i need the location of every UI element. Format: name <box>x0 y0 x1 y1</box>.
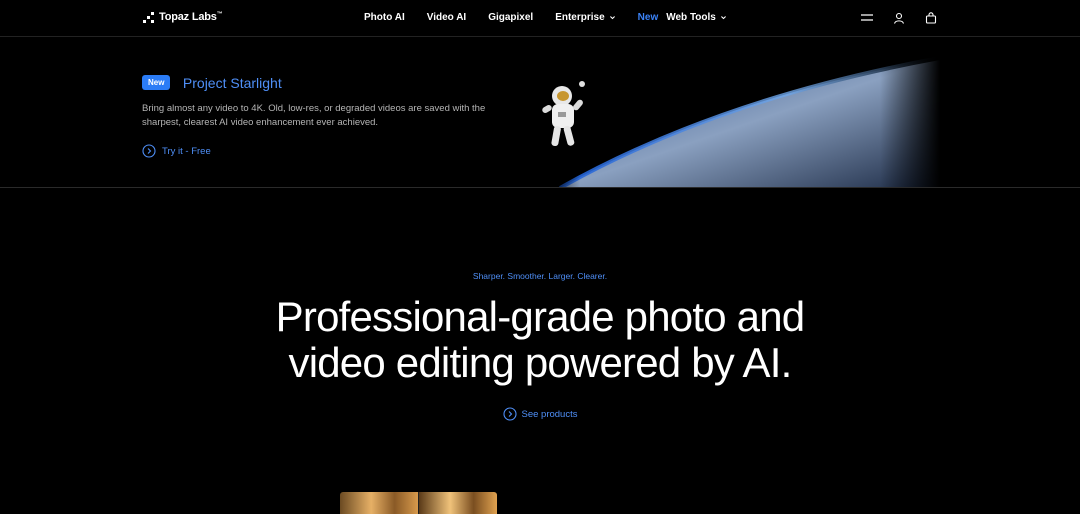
arrow-circle-icon <box>142 144 156 158</box>
chevron-down-icon <box>609 16 615 20</box>
starlight-banner: New Project Starlight Bring almost any v… <box>0 38 1080 188</box>
headline-line-1: Professional-grade photo and <box>275 293 805 340</box>
preview-after <box>418 492 497 514</box>
arrow-circle-icon <box>502 407 517 421</box>
logo[interactable]: Topaz Labs™ <box>143 11 223 23</box>
try-free-link[interactable]: Try it - Free <box>142 144 502 158</box>
nav-photo-ai[interactable]: Photo AI <box>364 12 405 23</box>
topaz-logo-icon <box>143 11 154 23</box>
banner-title[interactable]: Project Starlight <box>183 75 282 91</box>
banner-description: Bring almost any video to 4K. Old, low-r… <box>142 103 486 128</box>
logo-text: Topaz Labs™ <box>159 11 223 23</box>
nav-enterprise[interactable]: Enterprise <box>555 12 615 23</box>
new-badge: New <box>142 75 171 91</box>
nav-video-ai[interactable]: Video AI <box>427 12 466 23</box>
nav-web-tools[interactable]: New Web Tools <box>638 12 727 23</box>
banner-content: New Project Starlight Bring almost any v… <box>142 74 502 158</box>
preview-before <box>340 492 418 514</box>
cart-icon[interactable] <box>924 11 938 25</box>
earth-horizon-image <box>540 38 940 187</box>
nav-links: Photo AI Video AI Gigapixel Enterprise N… <box>364 12 749 23</box>
nav-icons <box>860 11 938 25</box>
product-preview-image <box>340 492 497 514</box>
nav-gigapixel[interactable]: Gigapixel <box>488 12 533 23</box>
user-icon[interactable] <box>892 11 906 25</box>
top-nav: Topaz Labs™ Photo AI Video AI Gigapixel … <box>0 0 1080 37</box>
see-products-link[interactable]: See products <box>0 407 1080 421</box>
headline-line-2: video editing powered by AI. <box>288 339 793 386</box>
hero-tagline: Sharper. Smoother. Larger. Clearer. <box>472 271 608 281</box>
chevron-down-icon <box>720 16 726 20</box>
astronaut-image <box>542 81 585 147</box>
menu-icon[interactable] <box>860 11 874 25</box>
hero-headline: Professional-grade photo and video editi… <box>200 294 880 386</box>
new-label: New <box>637 12 659 23</box>
